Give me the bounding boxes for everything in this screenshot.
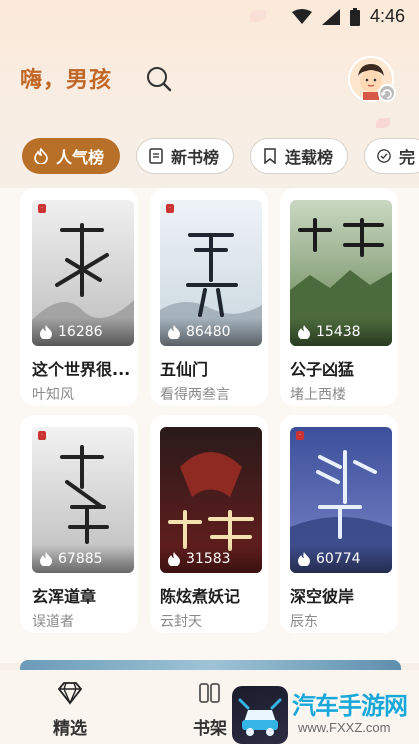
nav-label: 精选 — [53, 719, 87, 739]
heat-indicator: 67885 — [32, 545, 134, 573]
flame-icon — [34, 148, 48, 164]
status-bar: 4:46 — [0, 0, 419, 32]
book-cover: · 67885 — [32, 427, 134, 573]
book-author: 云封天 — [160, 614, 202, 630]
book-title: 陈炫煮妖记 — [160, 587, 241, 606]
book-author: 误道者 — [32, 614, 74, 630]
watermark-logo — [232, 686, 288, 744]
book-cover: · 16286 — [32, 200, 134, 346]
book-title: 深空彼岸 — [290, 587, 355, 606]
ranking-tabs: 人气榜 新书榜 连载榜 完 — [22, 138, 419, 178]
flame-icon — [168, 552, 180, 566]
book-cover: 15438 — [290, 200, 392, 346]
book-card[interactable]: 15438 公子凶猛 堵上西楼 — [280, 188, 398, 406]
flame-icon — [40, 325, 52, 339]
bookshelf-icon — [199, 683, 220, 703]
heat-indicator: 15438 — [290, 318, 392, 346]
heat-count: 86480 — [186, 324, 231, 340]
heat-count: 16286 — [58, 324, 103, 340]
search-button[interactable] — [144, 64, 174, 94]
wifi-icon — [291, 8, 312, 24]
heat-count: 67885 — [58, 551, 103, 567]
book-title: 公子凶猛 — [290, 360, 355, 379]
book-grid: · 16286 这个世界很... 叶知风 · 86480 五仙门 看得两叁言 1… — [0, 188, 419, 663]
book-title: 五仙门 — [160, 360, 209, 379]
avatar-refresh-badge — [378, 84, 396, 102]
watermark: 汽车手游网 www.FXXZ.com — [232, 686, 419, 744]
book-cover: 31583 — [160, 427, 262, 573]
header: 嗨，男孩 — [0, 52, 419, 108]
tab-label: 连载榜 — [285, 148, 334, 167]
heat-count: 31583 — [186, 551, 231, 567]
flame-icon — [298, 552, 310, 566]
book-icon — [149, 148, 163, 164]
search-icon — [147, 67, 172, 92]
book-cover: · 86480 — [160, 200, 262, 346]
book-cover: · 60774 — [290, 427, 392, 573]
tab-new-books[interactable]: 新书榜 — [136, 138, 235, 174]
book-card[interactable]: · 60774 深空彼岸 辰东 — [280, 415, 398, 633]
tab-serial[interactable]: 连载榜 — [250, 138, 349, 174]
greeting-title: 嗨，男孩 — [20, 67, 113, 93]
tab-label: 新书榜 — [171, 148, 220, 167]
flame-icon — [168, 325, 180, 339]
battery-icon — [349, 7, 360, 26]
check-circle-icon — [377, 149, 391, 163]
banner-preview[interactable] — [20, 660, 401, 670]
flame-icon — [40, 552, 52, 566]
book-card[interactable]: · 16286 这个世界很... 叶知风 — [20, 188, 138, 406]
avatar[interactable] — [348, 56, 396, 102]
book-author: 叶知风 — [32, 387, 74, 403]
car-icon — [238, 698, 282, 736]
tab-label: 完 — [399, 148, 416, 167]
diamond-icon — [57, 682, 83, 705]
book-title: 这个世界很... — [32, 360, 131, 379]
heat-count: 15438 — [316, 324, 361, 340]
signal-icon — [321, 8, 340, 25]
refresh-icon — [380, 89, 392, 99]
book-card[interactable]: · 67885 玄浑道章 误道者 — [20, 415, 138, 633]
book-card[interactable]: 31583 陈炫煮妖记 云封天 — [150, 415, 268, 633]
book-author: 看得两叁言 — [160, 387, 230, 403]
heat-indicator: 60774 — [290, 545, 392, 573]
book-author: 辰东 — [290, 614, 318, 630]
watermark-text: 汽车手游网 — [292, 692, 408, 720]
nav-featured[interactable]: 精选 — [30, 680, 110, 739]
petal-decoration — [376, 118, 390, 128]
tab-completed[interactable]: 完 — [364, 138, 419, 174]
heat-indicator: 16286 — [32, 318, 134, 346]
tab-label: 人气榜 — [56, 148, 105, 167]
heat-indicator: 86480 — [160, 318, 262, 346]
book-author: 堵上西楼 — [290, 387, 346, 403]
status-time: 4:46 — [369, 6, 405, 26]
book-title: 玄浑道章 — [32, 587, 97, 606]
heat-count: 60774 — [316, 551, 361, 567]
flame-icon — [298, 325, 310, 339]
tab-popular[interactable]: 人气榜 — [22, 138, 120, 174]
watermark-url: www.FXXZ.com — [298, 720, 391, 735]
bookmark-icon — [264, 148, 276, 164]
book-card[interactable]: · 86480 五仙门 看得两叁言 — [150, 188, 268, 406]
heat-indicator: 31583 — [160, 545, 262, 573]
